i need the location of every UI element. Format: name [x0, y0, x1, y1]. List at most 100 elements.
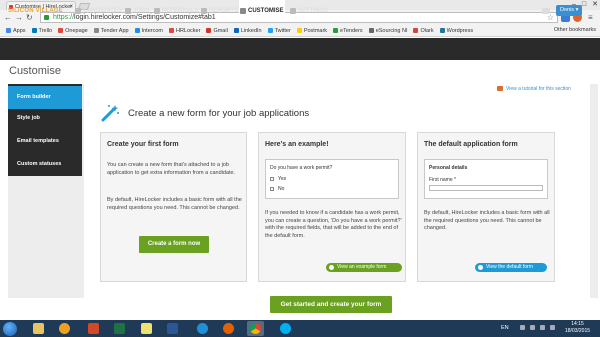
- intercom-icon: [134, 28, 140, 33]
- bookmark-apps[interactable]: Apps: [6, 28, 26, 34]
- clock-date: 18/03/2015: [565, 328, 591, 334]
- no-checkbox: [270, 187, 274, 191]
- bookmark-trello[interactable]: Trello: [31, 28, 52, 34]
- back-arrow-icon[interactable]: ←: [4, 13, 12, 23]
- tutorial-link[interactable]: View a tutorial for this section: [497, 86, 571, 92]
- taskbar-skype[interactable]: [277, 321, 294, 336]
- example-question: Do you have a work permit?: [270, 165, 333, 171]
- folder-icon: [33, 323, 44, 334]
- customise-wand-icon: [240, 8, 246, 14]
- magic-wand-icon: [101, 105, 119, 122]
- linkedin-icon: [233, 28, 239, 33]
- bookmark-olark[interactable]: Olark: [413, 28, 434, 34]
- bookmark-postmark[interactable]: Postmark: [296, 28, 327, 34]
- bookmark-hrlocker[interactable]: HRLocker: [168, 28, 200, 34]
- referrals-icon: [154, 8, 160, 14]
- bookmark-tender-app[interactable]: Tender App: [93, 28, 129, 34]
- default-form-preview: Personal details First name *: [424, 159, 548, 199]
- taskbar-powerpoint[interactable]: [85, 321, 102, 336]
- maximize-icon[interactable]: □: [582, 0, 586, 9]
- reload-icon[interactable]: ↻: [26, 13, 33, 23]
- tender-app-icon: [93, 28, 99, 33]
- get-started-button[interactable]: Get started and create your form: [270, 296, 392, 313]
- first-name-field: [429, 185, 543, 191]
- bookmark-linkedin[interactable]: LinkedIn: [233, 28, 262, 34]
- first-name-label: First name *: [429, 177, 456, 183]
- settings-gear-icon: [290, 8, 296, 14]
- tray-volume-icon[interactable]: [550, 325, 555, 330]
- hrlocker-icon: [168, 28, 174, 33]
- powerpoint-icon: [88, 323, 99, 334]
- taskbar-sticky[interactable]: [138, 321, 155, 336]
- bookmark-star-icon[interactable]: ☆: [547, 13, 554, 23]
- main-heading: Create a new form for your job applicati…: [128, 108, 310, 119]
- url-scheme: https://: [53, 14, 75, 21]
- view-example-form-button[interactable]: View an example form: [326, 263, 402, 272]
- taskbar-clock[interactable]: 14:15 18/03/2015: [565, 321, 590, 335]
- bookmark-esourcing-ni[interactable]: eSourcing NI: [368, 28, 407, 34]
- bookmark-intercom[interactable]: Intercom: [134, 28, 163, 34]
- side-item-email-templates[interactable]: Email templates: [8, 130, 82, 153]
- bookmark-gmail[interactable]: Gmail: [206, 28, 228, 34]
- eye-icon: [329, 265, 334, 270]
- card-text: By default, HireLocker includes a basic …: [107, 197, 242, 211]
- taskbar-ie[interactable]: [194, 321, 211, 336]
- taskbar-chrome[interactable]: [247, 321, 264, 336]
- card-title: Here's an example!: [265, 141, 329, 148]
- user-menu-button[interactable]: Denis ▾: [556, 5, 582, 16]
- taskbar-word[interactable]: [164, 321, 181, 336]
- card-text: If you needed to know if a candidate has…: [265, 210, 402, 239]
- nav-jobs[interactable]: JOBS: [124, 0, 149, 22]
- input-language[interactable]: EN: [501, 325, 509, 331]
- create-form-button[interactable]: Create a form now: [139, 236, 209, 253]
- taskbar-excel[interactable]: [111, 321, 128, 336]
- tray-up-arrow-icon[interactable]: [520, 325, 525, 330]
- bookmark-etenders[interactable]: eTenders: [333, 28, 363, 34]
- taskbar-media[interactable]: [56, 321, 73, 336]
- menu-icon[interactable]: ≡: [588, 13, 593, 23]
- card-title: The default application form: [424, 141, 518, 148]
- example-form-preview: Do you have a work permit? Yes No: [265, 159, 399, 199]
- bookmark-onepage[interactable]: Onepage: [58, 28, 88, 34]
- card-text: You can create a new form that's attache…: [107, 162, 236, 176]
- wordpress-icon: [439, 28, 445, 33]
- nav-referrals[interactable]: REFERRALS: [153, 0, 199, 22]
- nav-candidates[interactable]: CANDIDATES: [74, 0, 122, 22]
- side-item-style-job[interactable]: Style job: [8, 107, 82, 130]
- yes-checkbox: [270, 177, 274, 181]
- reports-icon: [201, 8, 207, 14]
- tray-flag-icon[interactable]: [530, 325, 535, 330]
- chrome-icon: [250, 323, 261, 334]
- close-window-icon[interactable]: ✕: [592, 0, 598, 9]
- side-item-form-builder[interactable]: Form builder: [8, 86, 82, 109]
- gmail-icon: [206, 28, 212, 33]
- messages-envelope-icon[interactable]: [542, 8, 550, 14]
- olark-icon: [413, 28, 419, 33]
- etenders-icon: [333, 28, 339, 33]
- nav-reports[interactable]: REPORTS: [200, 0, 238, 22]
- taskbar-explorer[interactable]: [30, 321, 47, 336]
- taskbar-firefox[interactable]: [220, 321, 237, 336]
- brand-logo[interactable]: SILICON VILLAGE: [8, 8, 63, 14]
- bookmark-wordpress[interactable]: Wordpress: [439, 28, 473, 34]
- page-title: Customise: [9, 65, 61, 77]
- nav-settings[interactable]: SETTINGS: [289, 0, 328, 22]
- video-icon: [497, 86, 503, 92]
- bookmarks-bar: Apps Trello Onepage Tender App Intercom …: [0, 25, 600, 37]
- tray-network-icon[interactable]: [540, 325, 545, 330]
- esourcing-icon: [368, 28, 374, 33]
- view-default-form-button[interactable]: View the default form: [475, 263, 547, 272]
- candidates-icon: [75, 8, 81, 14]
- forward-arrow-icon[interactable]: →: [15, 13, 23, 23]
- card-title: Create your first form: [107, 141, 179, 148]
- side-item-custom-statuses[interactable]: Custom statuses: [8, 153, 82, 176]
- twitter-icon: [267, 28, 273, 33]
- nav-customise[interactable]: CUSTOMISE: [239, 0, 285, 22]
- form-section-heading: Personal details: [429, 165, 468, 171]
- bookmark-twitter[interactable]: Twitter: [267, 28, 291, 34]
- other-bookmarks[interactable]: Other bookmarks: [554, 27, 596, 33]
- media-player-icon: [59, 323, 70, 334]
- windows-start-icon[interactable]: [3, 322, 17, 336]
- onepage-icon: [58, 28, 64, 33]
- card-text: By default, HireLocker includes a basic …: [424, 210, 550, 231]
